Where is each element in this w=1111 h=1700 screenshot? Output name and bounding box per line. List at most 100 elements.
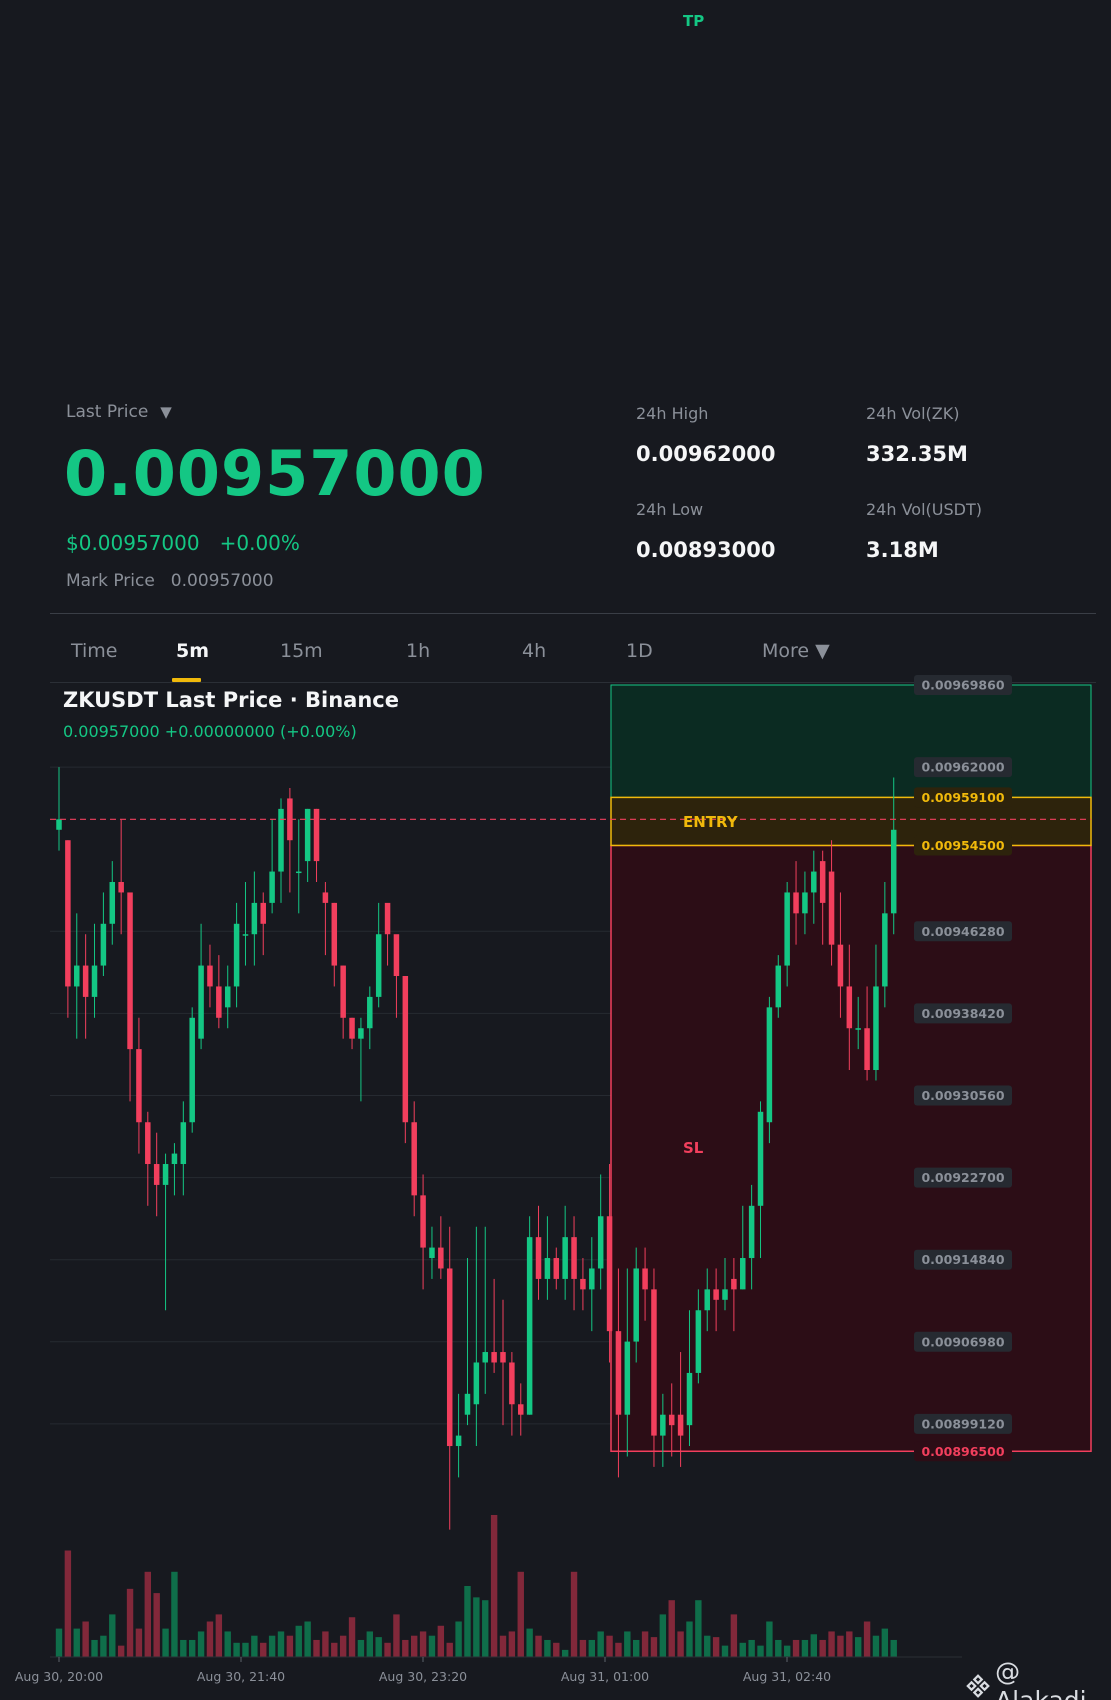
volume-bar [570, 1571, 578, 1657]
y-tick-label: 0.00946280 [921, 924, 1004, 939]
volume-bar [153, 1593, 160, 1657]
volume-bar [384, 1642, 391, 1657]
volume-bar [233, 1642, 240, 1657]
volume-bar [641, 1631, 649, 1657]
volume-bar [606, 1635, 613, 1657]
volume-bar [597, 1631, 604, 1657]
x-tick-label: Aug 30, 23:20 [379, 1669, 467, 1684]
volume-bar [828, 1631, 835, 1657]
candle-body [304, 808, 311, 862]
volume-bar [526, 1628, 533, 1657]
entry-high-label: 0.00959100 [921, 790, 1004, 805]
volume-bar [171, 1571, 178, 1657]
candle-body [296, 871, 302, 874]
candle-body [233, 923, 240, 987]
candle-body [340, 965, 346, 1018]
candle-body [491, 1352, 497, 1363]
candle-body [651, 1289, 657, 1436]
candle-body [207, 965, 213, 987]
candle-body [668, 1414, 675, 1426]
candle-body [153, 1164, 160, 1185]
candle-body [509, 1362, 515, 1405]
candle-body [438, 1247, 444, 1269]
candle-body [162, 1164, 169, 1185]
candle-body [358, 1028, 364, 1039]
candle-body [846, 986, 853, 1029]
candle-body [811, 871, 817, 893]
volume-bar [792, 1639, 800, 1657]
candle-body [562, 1237, 568, 1279]
candle-body [748, 1205, 755, 1259]
candle-body [56, 819, 62, 830]
volume-bar [144, 1571, 151, 1657]
candle-body [589, 1268, 595, 1290]
brand-watermark: @ Alakadi [965, 1657, 1111, 1700]
volume-bar [544, 1639, 551, 1657]
candle-body [704, 1289, 710, 1311]
volume-bar [810, 1634, 817, 1657]
candle-body [695, 1310, 702, 1373]
candle-body [251, 902, 258, 935]
volume-bar [446, 1642, 453, 1657]
volume-bar [633, 1639, 640, 1657]
y-tick-label: 0.00906980 [921, 1334, 1004, 1349]
volume-bar [766, 1621, 773, 1657]
candle-body [633, 1268, 639, 1342]
volume-bar [624, 1631, 631, 1657]
candle-body [890, 829, 897, 914]
volume-bar [100, 1635, 107, 1657]
candle-body [429, 1247, 435, 1259]
volume-bar [197, 1631, 205, 1657]
volume-bar [863, 1621, 871, 1657]
candle-body [242, 934, 249, 936]
binance-logo-icon [966, 1674, 990, 1698]
volume-bar [331, 1642, 338, 1657]
volume-bar [712, 1637, 720, 1657]
volume-bar [224, 1631, 231, 1657]
candle-body [402, 976, 409, 1123]
candle-body [331, 902, 338, 966]
volume-bar [872, 1635, 880, 1657]
candle-body [571, 1237, 577, 1279]
volume-bar [91, 1639, 98, 1657]
candle-body [802, 892, 808, 914]
chart-subtitle: 0.00957000 +0.00000000 (+0.00%) [63, 722, 357, 741]
sl-label: SL [683, 1139, 704, 1157]
volume-bar [473, 1597, 480, 1657]
candle-body [837, 944, 844, 987]
volume-bar [517, 1571, 524, 1657]
candle-body [624, 1341, 631, 1415]
volume-bar [783, 1645, 791, 1657]
candle-body [145, 1122, 151, 1165]
candle-body [482, 1352, 488, 1363]
candle-body [91, 965, 98, 997]
volume-bar [615, 1642, 622, 1657]
candle-body [109, 881, 116, 924]
candle-body [393, 934, 400, 977]
volume-bar [375, 1637, 382, 1657]
volume-bar [73, 1628, 80, 1657]
volume-bar [482, 1600, 489, 1657]
price-chart[interactable]: ENTRY SL 0.00969860 0.00962000 0.00946280 0.0… [0, 0, 1111, 1700]
volume-bar [819, 1639, 826, 1657]
y-tick-label: 0.00969860 [921, 678, 1004, 693]
candle-body [722, 1289, 728, 1300]
volume-bar [490, 1515, 498, 1657]
candle-body [455, 1435, 462, 1447]
candle-body [731, 1278, 737, 1290]
volume-bar [313, 1639, 320, 1657]
volume-bar [668, 1600, 675, 1657]
candle-body [882, 913, 888, 987]
candle-body [189, 1017, 195, 1123]
chart-title: ZKUSDT Last Price · Binance [63, 688, 399, 712]
candle-body [118, 881, 124, 893]
volume-bar [437, 1625, 445, 1657]
candle-body [127, 892, 133, 1050]
y-tick-label: 0.00914840 [921, 1252, 1004, 1267]
volume-bar [801, 1639, 809, 1657]
candle-body [74, 965, 80, 987]
volume-bar [135, 1628, 143, 1657]
volume-bar [730, 1614, 738, 1657]
candle-body [597, 1216, 604, 1269]
volume-bar [419, 1631, 427, 1657]
